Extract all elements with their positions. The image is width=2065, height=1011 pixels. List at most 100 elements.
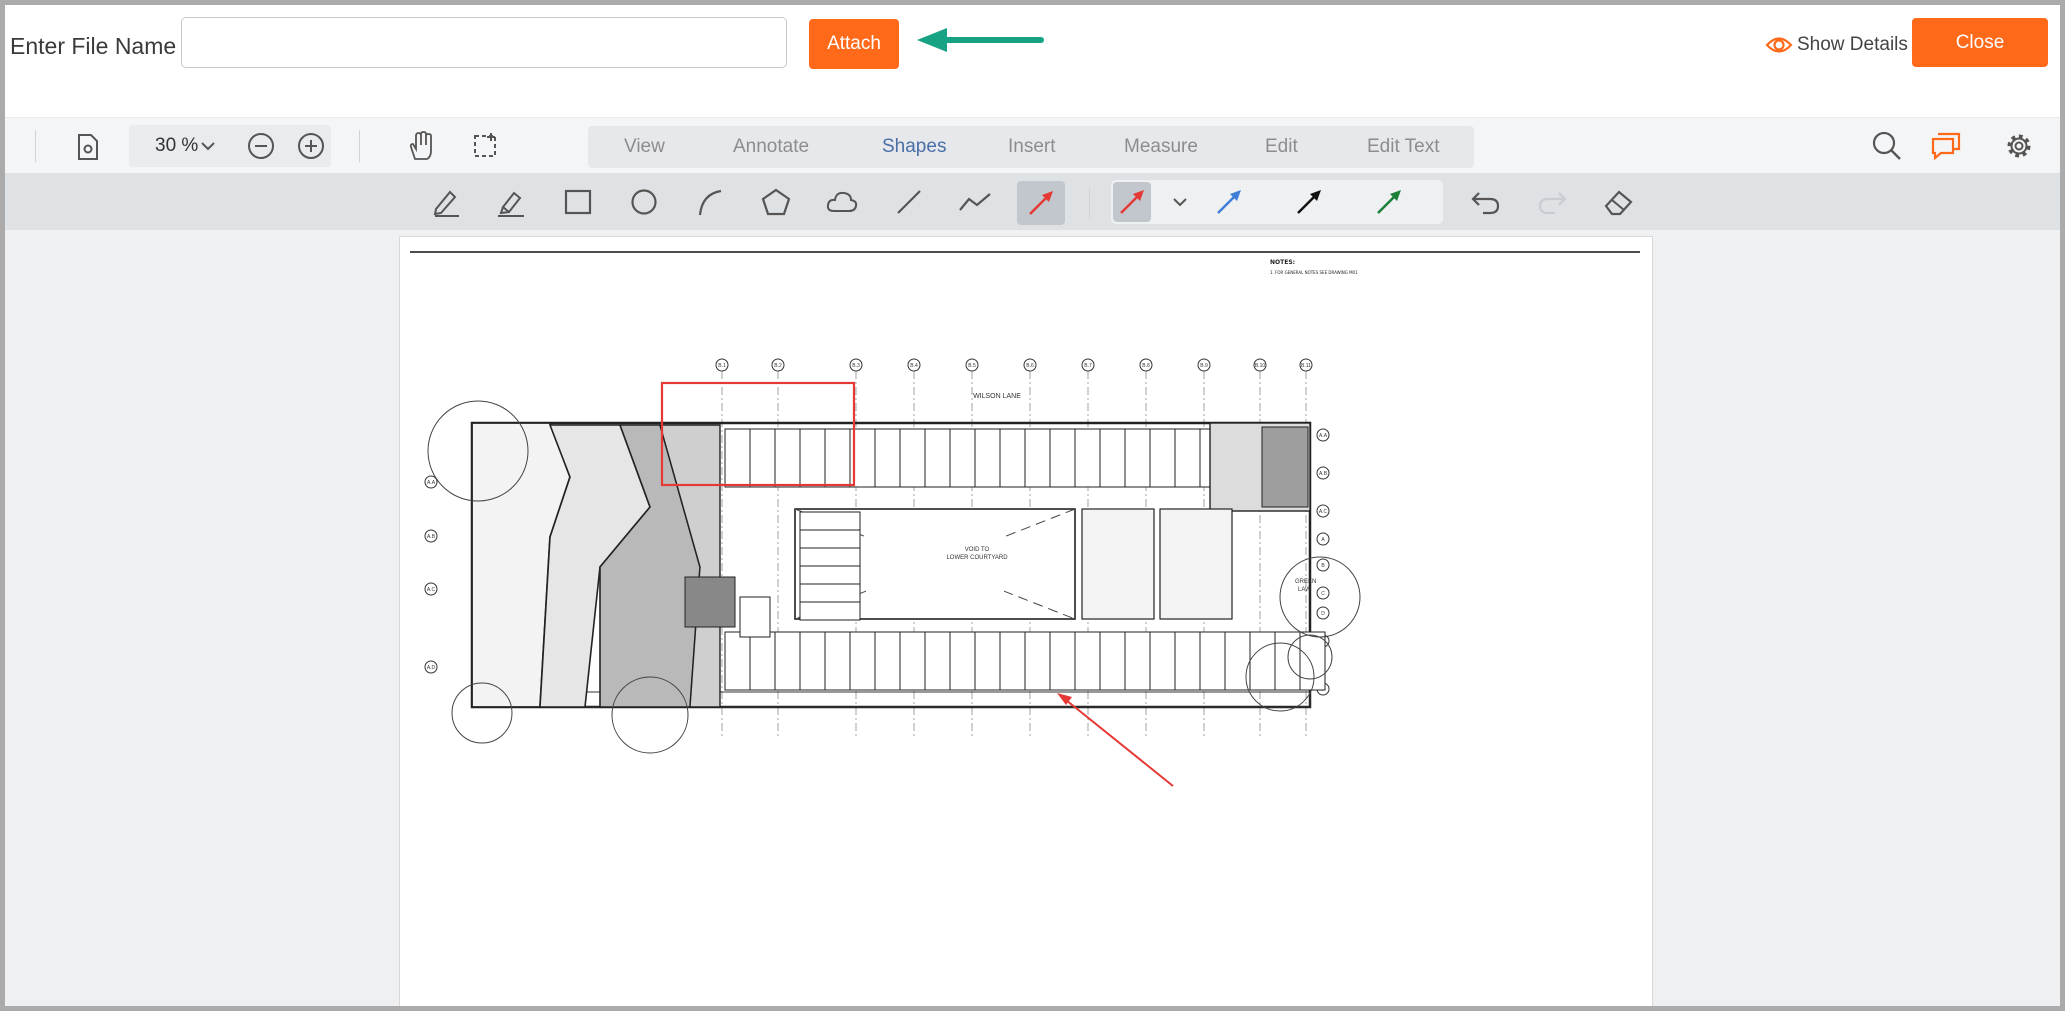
close-button[interactable]: Close [1912,18,2048,67]
header-bar: Enter File Name Attach Show Details Clos… [5,5,2060,117]
zoom-value[interactable]: 30 % [155,135,198,157]
room-unit [724,428,751,488]
tab-view[interactable]: View [624,136,665,158]
rectangle-icon[interactable] [562,186,594,218]
grid-label: B.11 [1301,363,1311,369]
zoom-control: 30 % [129,125,331,167]
grid-label: A.C [1319,509,1328,515]
grid-label: B.8 [1142,363,1150,369]
chevron-down-icon[interactable] [1173,197,1187,207]
room-unit [774,428,801,488]
grid-label: B.3 [852,363,860,369]
ellipse-icon[interactable] [628,186,660,218]
arrow-icon[interactable] [1025,187,1057,219]
cloud-icon[interactable] [826,186,858,218]
annotation-arrow[interactable] [1065,699,1174,787]
gear-icon[interactable] [2003,130,2035,162]
line-icon[interactable] [893,186,925,218]
grid-label: B.9 [1200,363,1208,369]
grid-label: B.10 [1255,363,1266,369]
redo-icon[interactable] [1536,186,1568,218]
document-viewer[interactable]: B.1 B.2 B.3 B.4 B.5 B.6 B.7 B.8 B.9 B.10 B.11 A.A A… [5,230,2060,1006]
room-unit [824,631,851,691]
room-unit [1149,428,1176,488]
room-unit [949,631,976,691]
polyline-icon[interactable] [958,186,992,218]
room-unit [1274,631,1301,691]
arrow-green-icon[interactable] [1375,188,1403,216]
street-label: WILSON LANE [973,393,1021,400]
room-unit [999,428,1026,488]
marquee-select-icon[interactable] [471,130,503,162]
grid-label: C [1321,591,1325,597]
mode-tabs: View Annotate Shapes Insert Measure Edit… [588,126,1474,168]
room-unit [799,583,861,603]
room-unit [1024,631,1051,691]
grid-label: A.C [427,587,436,593]
grid-label: A.B [1319,471,1328,477]
zoom-in-icon[interactable] [297,132,325,160]
grid-label: B.2 [774,363,782,369]
pen-icon[interactable] [430,186,462,218]
tab-annotate[interactable]: Annotate [733,136,809,158]
tab-edit[interactable]: Edit [1265,136,1298,158]
arrow-black-icon[interactable] [1295,188,1323,216]
arrow-red-icon[interactable] [1118,188,1146,216]
grid-label: A [1321,537,1325,543]
room-unit [749,631,776,691]
room-unit [749,428,776,488]
room-unit [974,631,1001,691]
arc-icon[interactable] [694,186,726,218]
grid-label: D [1321,611,1325,617]
arrow-color-presets [1111,180,1443,224]
shapes-toolbar [5,173,2060,230]
attach-button[interactable]: Attach [809,19,899,69]
room-unit [1049,428,1076,488]
eraser-icon[interactable] [1602,186,1636,218]
floor-plan-drawing: B.1 B.2 B.3 B.4 B.5 B.6 B.7 B.8 B.9 B.10 B.11 A.A A… [410,251,1640,787]
tab-insert[interactable]: Insert [1008,136,1056,158]
file-name-input[interactable] [181,17,787,68]
void-label: VOID TO [965,547,990,553]
show-details-toggle[interactable]: Show Details [1765,31,1908,59]
main-toolbar: 30 % View Annotate Shapes Insert Measure… [5,117,2060,173]
room-unit [799,511,861,531]
room-unit [799,547,861,567]
page-settings-icon[interactable] [73,132,103,162]
room-unit [799,428,826,488]
room-unit [974,428,1001,488]
tab-measure[interactable]: Measure [1124,136,1198,158]
tab-shapes[interactable]: Shapes [882,136,946,158]
room-unit [1049,631,1076,691]
highlighter-icon[interactable] [495,186,527,218]
room-unit [1249,631,1276,691]
room-unit [1074,631,1101,691]
room-unit [1074,428,1101,488]
room-unit [1199,631,1226,691]
show-details-label: Show Details [1797,34,1908,55]
arrow-blue-icon[interactable] [1215,188,1243,216]
tab-edit-text[interactable]: Edit Text [1367,136,1440,158]
room-unit [799,631,826,691]
toolbar-divider [359,130,360,162]
pan-hand-icon[interactable] [405,130,437,162]
room-unit [1124,631,1151,691]
drawing-page[interactable]: B.1 B.2 B.3 B.4 B.5 B.6 B.7 B.8 B.9 B.10 B.11 A.A A… [399,236,1653,1006]
chevron-down-icon[interactable] [201,141,215,151]
polygon-icon[interactable] [760,186,792,218]
room-unit [799,529,861,549]
room-unit [924,631,951,691]
search-icon[interactable] [1871,130,1903,162]
grid-label: A.A [1319,433,1328,439]
notes-title: NOTES: [1270,259,1296,266]
grid-label: B.4 [910,363,918,369]
room-unit [924,428,951,488]
zoom-out-icon[interactable] [247,132,275,160]
comments-icon[interactable] [1930,130,1962,162]
undo-icon[interactable] [1470,186,1502,218]
green-label: GREEN [1295,579,1316,585]
room-unit [849,631,876,691]
toolbar-divider [35,130,36,162]
eye-icon [1765,37,1793,53]
callout-arrow-icon [917,28,1044,52]
